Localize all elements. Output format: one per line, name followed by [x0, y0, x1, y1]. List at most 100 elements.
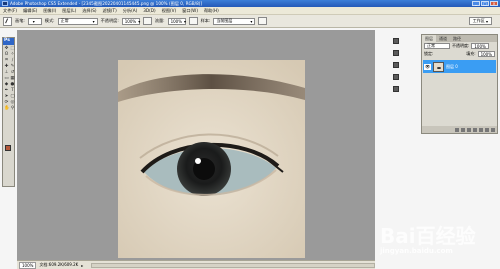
move-tool-icon[interactable]: ✥ — [4, 46, 9, 51]
fill-label: 填充: — [466, 51, 476, 56]
maximize-button[interactable]: □ — [481, 1, 489, 6]
ignore-adjustment-icon[interactable] — [258, 17, 268, 25]
watermark-main: Bai百经验 — [380, 224, 476, 248]
title-bar: Adobe Photoshop CS5 Extended - [2345截图20… — [0, 0, 500, 7]
lock-label: 锁定: — [424, 51, 434, 56]
menu-view[interactable]: 视图(V) — [159, 8, 180, 14]
path-select-tool-icon[interactable]: ➤ — [4, 94, 9, 99]
marquee-tool-icon[interactable]: ⬚ — [10, 46, 15, 51]
menu-analysis[interactable]: 分析(A) — [120, 8, 141, 14]
highlight — [195, 158, 201, 164]
sample-select[interactable]: 当前图层 — [213, 17, 256, 25]
menu-file[interactable]: 文件(F) — [0, 8, 20, 14]
tab-channels[interactable]: 通道 — [436, 35, 450, 42]
status-menu-arrow-icon[interactable]: ▸ — [81, 263, 83, 268]
menu-filter[interactable]: 滤镜(T) — [100, 8, 120, 14]
flow-select[interactable]: 100% — [167, 17, 186, 25]
mode-value: 正常 — [60, 18, 69, 23]
layer-row[interactable]: 👁 图层 0 — [423, 60, 496, 73]
layer-name: 图层 0 — [446, 63, 458, 69]
status-bar: 100% 文档:609.2K/609.2K ▸ — [17, 260, 375, 269]
menu-select[interactable]: 选择(S) — [79, 8, 99, 14]
sample-value: 当前图层 — [216, 18, 233, 23]
horizontal-scrollbar[interactable] — [91, 262, 375, 268]
zoom-level[interactable]: 100% — [19, 261, 37, 269]
trash-icon[interactable] — [491, 127, 495, 132]
mode-select[interactable]: 正常 — [57, 17, 98, 25]
opacity-value: 100% — [124, 18, 137, 24]
doc-info: 文档:609.2K/609.2K — [39, 262, 79, 267]
close-button[interactable]: × — [490, 1, 498, 6]
panel-color-icon[interactable] — [393, 37, 415, 45]
healing-tool-icon[interactable]: ✚ — [4, 64, 9, 69]
hand-tool-icon[interactable]: ✋ — [4, 106, 10, 111]
airbrush-icon[interactable] — [188, 17, 198, 25]
tab-paths[interactable]: 路径 — [450, 35, 464, 42]
toolbox-logo: Ps — [3, 38, 14, 45]
pressure-opacity-icon[interactable] — [142, 17, 152, 25]
workspace-button[interactable]: 工作区 ▾ — [468, 17, 492, 25]
opacity-select[interactable]: 100% — [121, 17, 140, 25]
history-brush-tool-icon[interactable]: ↺ — [10, 70, 15, 75]
panel-adjustments-icon[interactable] — [393, 73, 415, 81]
new-layer-icon[interactable] — [485, 127, 489, 132]
eraser-tool-icon[interactable]: ▭ — [4, 76, 9, 81]
new-group-icon[interactable] — [479, 127, 483, 132]
menu-3d[interactable]: 3D(D) — [140, 8, 158, 13]
layer-opacity-field[interactable]: 100% — [471, 43, 489, 49]
dodge-tool-icon[interactable]: ● — [10, 82, 15, 87]
menu-image[interactable]: 图像(I) — [40, 8, 59, 14]
blur-tool-icon[interactable]: ◆ — [4, 82, 9, 87]
eye-visibility-icon[interactable]: 👁 — [424, 63, 431, 70]
stamp-tool-icon[interactable]: ⊥ — [4, 70, 9, 75]
panel-swatches-icon[interactable] — [393, 49, 415, 57]
adjustment-layer-icon[interactable] — [473, 127, 477, 132]
foreground-color-swatch[interactable] — [5, 145, 11, 151]
menu-help[interactable]: 帮助(H) — [201, 8, 222, 14]
eyedropper-tool-icon[interactable]: ∕ — [10, 58, 15, 63]
menu-edit[interactable]: 编辑(E) — [20, 8, 40, 14]
blend-mode-select[interactable]: 正常 — [424, 43, 450, 49]
brush-label: 画笔: — [15, 18, 25, 23]
layers-footer — [422, 126, 497, 133]
add-mask-icon[interactable] — [467, 127, 471, 132]
watermark: Bai百经验 jingyan.baidu.com — [380, 220, 476, 255]
quick-select-tool-icon[interactable]: ✧ — [10, 52, 15, 57]
menu-bar: 文件(F) 编辑(E) 图像(I) 图层(L) 选择(S) 滤镜(T) 分析(A… — [0, 7, 500, 15]
type-tool-icon[interactable]: T — [10, 88, 15, 93]
blend-mode-value: 正常 — [427, 43, 435, 48]
fill-field[interactable]: 100% — [477, 51, 495, 57]
crop-tool-icon[interactable]: ⌗ — [4, 58, 9, 63]
zoom-tool-icon[interactable]: ⚲ — [10, 106, 15, 111]
watermark-sub: jingyan.baidu.com — [380, 247, 453, 255]
shape-tool-icon[interactable]: ▢ — [10, 94, 15, 99]
collapsed-panels — [389, 33, 419, 113]
panel-styles-icon[interactable] — [393, 61, 415, 69]
gradient-tool-icon[interactable]: ▦ — [10, 76, 15, 81]
flow-label: 流量: — [154, 18, 165, 23]
layers-panel: 图层 通道 路径 正常 不透明度: 100% 锁定: 填充: 100% 👁 图层… — [421, 34, 498, 134]
layer-opacity-value: 100% — [474, 43, 486, 49]
toolbox: Ps ✥ ⬚ ʘ ✧ ⌗ ∕ ✚ ✎ ⊥ ↺ ▭ ▦ ◆ ● ✒ T ➤ ▢ ⟳… — [2, 37, 15, 187]
brush-size-select[interactable] — [27, 17, 42, 25]
3d-rotate-tool-icon[interactable]: ⟳ — [4, 100, 9, 105]
options-bar: 画笔: 模式: 正常 不透明度: 100% 流量: 100% 样本: 当前图层 … — [0, 15, 500, 28]
menu-layer[interactable]: 图层(L) — [59, 8, 79, 14]
fill-value: 100% — [480, 51, 492, 57]
canvas-area[interactable] — [17, 30, 375, 260]
minimize-button[interactable]: _ — [472, 1, 480, 6]
flow-value: 100% — [170, 18, 182, 24]
3d-camera-tool-icon[interactable]: ◎ — [10, 100, 15, 105]
mode-label: 模式: — [44, 18, 55, 23]
eye-image — [118, 60, 305, 258]
pen-tool-icon[interactable]: ✒ — [4, 88, 9, 93]
link-layers-icon[interactable] — [455, 127, 459, 132]
tool-preset-icon[interactable] — [3, 16, 12, 26]
document-canvas[interactable] — [118, 60, 305, 258]
panel-masks-icon[interactable] — [393, 85, 415, 93]
lasso-tool-icon[interactable]: ʘ — [4, 52, 9, 57]
brush-tool-icon[interactable]: ✎ — [10, 64, 15, 69]
fx-icon[interactable] — [461, 127, 465, 132]
tab-layers[interactable]: 图层 — [422, 35, 436, 42]
menu-window[interactable]: 窗口(W) — [179, 8, 201, 14]
